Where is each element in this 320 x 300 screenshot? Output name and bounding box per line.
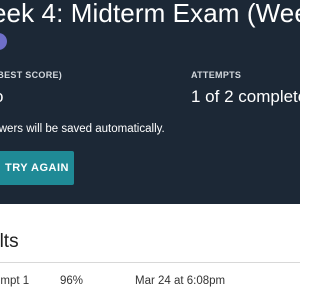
try-again-button[interactable]: TRY AGAIN — [0, 151, 74, 185]
status-dot — [0, 33, 7, 50]
best-score-label: (BEST SCORE) — [0, 70, 63, 80]
quiz-page: eek 4: Midterm Exam (Week 1 (BEST SCORE)… — [0, 0, 300, 300]
quiz-title: eek 4: Midterm Exam (Week 1 — [0, 0, 300, 28]
attempt-date: Mar 24 at 6:08pm — [135, 275, 226, 287]
results-heading: ults — [0, 231, 19, 252]
quiz-header: eek 4: Midterm Exam (Week 1 (BEST SCORE)… — [0, 0, 300, 204]
best-score-value: o — [0, 86, 3, 108]
attempt-score: 96% — [60, 275, 84, 287]
attempts-label: ATTEMPTS — [191, 70, 242, 80]
table-row[interactable]: empt 1 96% Mar 24 at 6:08pm — [0, 263, 300, 300]
autosave-notice: swers will be saved automatically. — [0, 123, 165, 135]
attempts-value: 1 of 2 complete — [191, 87, 300, 106]
attempt-name: empt 1 — [0, 275, 30, 287]
